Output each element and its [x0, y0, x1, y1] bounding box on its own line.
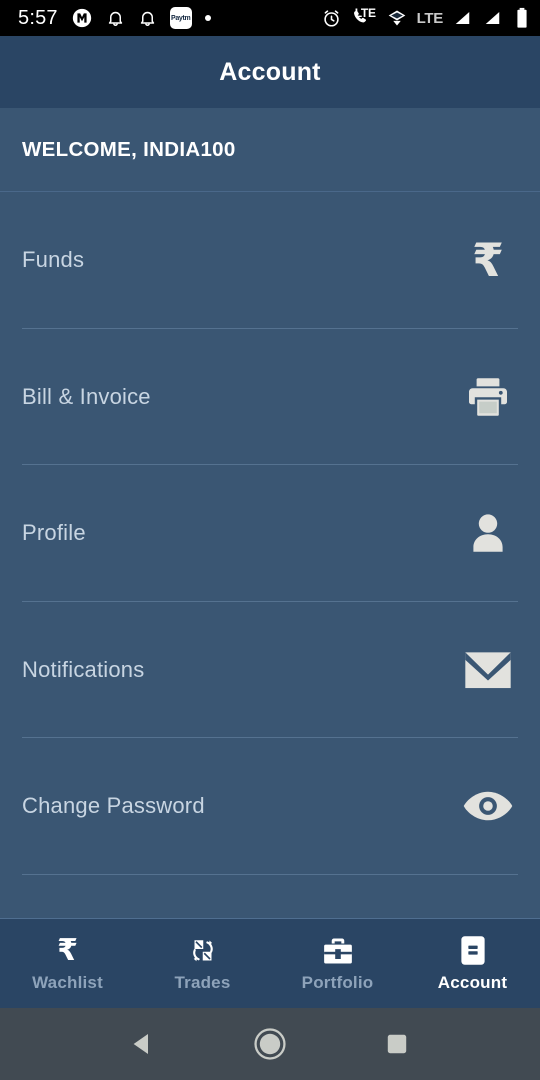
- rupee-icon: ₹: [471, 233, 504, 288]
- dot-icon: [204, 15, 211, 21]
- welcome-banner: WELCOME, INDIA100: [0, 108, 540, 192]
- status-bar-left: 5:57 Paytm: [18, 7, 321, 29]
- welcome-text: WELCOME, INDIA100: [22, 137, 236, 161]
- menu-item-change-password[interactable]: Change Password: [0, 738, 540, 875]
- battery-icon: [516, 7, 528, 29]
- paytm-icon: Paytm: [169, 7, 192, 29]
- paytm-icon-label: Paytm: [170, 14, 191, 22]
- menu-item-profile-label: Profile: [22, 520, 86, 546]
- nav-item-account-label: Account: [437, 973, 508, 992]
- nav-item-trades[interactable]: Trades: [135, 919, 270, 1008]
- menu-item-bill-invoice[interactable]: Bill & Invoice: [0, 329, 540, 466]
- vpn-icon: [386, 8, 408, 28]
- id-card-icon: [460, 934, 486, 966]
- printer-icon: [458, 373, 518, 421]
- account-menu-list: Funds ₹ Bill & Invoice Profile Notificat…: [0, 192, 540, 918]
- status-bar: 5:57 Paytm LTE LTE: [0, 0, 540, 36]
- android-system-nav: [0, 1008, 540, 1080]
- nav-item-trades-label: Trades: [174, 973, 231, 992]
- status-bar-right: LTE LTE: [321, 7, 528, 29]
- status-bar-clock: 5:57: [18, 7, 58, 29]
- exchange-icon: [188, 934, 218, 966]
- bell-icon: [106, 8, 125, 29]
- phone-screen: 5:57 Paytm LTE LTE Account WELCOME, INDI…: [0, 0, 540, 1080]
- menu-item-notifications[interactable]: Notifications: [0, 602, 540, 739]
- nav-item-portfolio[interactable]: Portfolio: [270, 919, 405, 1008]
- menu-item-funds[interactable]: Funds ₹: [0, 192, 540, 329]
- signal-bar-1: [452, 9, 473, 27]
- menu-item-change-password-label: Change Password: [22, 793, 205, 819]
- person-icon: [458, 508, 518, 558]
- page-title: Account: [219, 57, 321, 86]
- lte-label: LTE: [416, 9, 444, 27]
- call-lte-icon: LTE: [351, 7, 376, 28]
- app-m-icon: [71, 7, 93, 29]
- nav-item-portfolio-label: Portfolio: [301, 973, 374, 992]
- envelope-icon: [458, 649, 518, 691]
- nav-item-wachlist[interactable]: ₹ Wachlist: [0, 919, 135, 1008]
- nav-item-account[interactable]: Account: [405, 919, 540, 1008]
- app-header: Account: [0, 36, 540, 108]
- nav-item-wachlist-label: Wachlist: [32, 973, 103, 992]
- bottom-navigation: ₹ Wachlist Trades Portfolio Account: [0, 918, 540, 1008]
- back-button[interactable]: [115, 1016, 171, 1072]
- eye-icon: [458, 788, 518, 824]
- menu-item-funds-label: Funds: [22, 247, 85, 273]
- menu-item-profile[interactable]: Profile: [0, 465, 540, 602]
- home-button[interactable]: [242, 1016, 298, 1072]
- menu-item-notifications-label: Notifications: [22, 656, 145, 682]
- bell-icon-2: [138, 8, 157, 29]
- menu-item-bill-invoice-label: Bill & Invoice: [22, 383, 151, 409]
- alarm-icon: [321, 8, 342, 29]
- briefcase-icon: [322, 934, 354, 966]
- signal-bar-2: [482, 9, 503, 27]
- recents-button[interactable]: [369, 1016, 425, 1072]
- rupee-icon: ₹: [57, 933, 78, 968]
- call-lte-label: LTE: [354, 6, 376, 20]
